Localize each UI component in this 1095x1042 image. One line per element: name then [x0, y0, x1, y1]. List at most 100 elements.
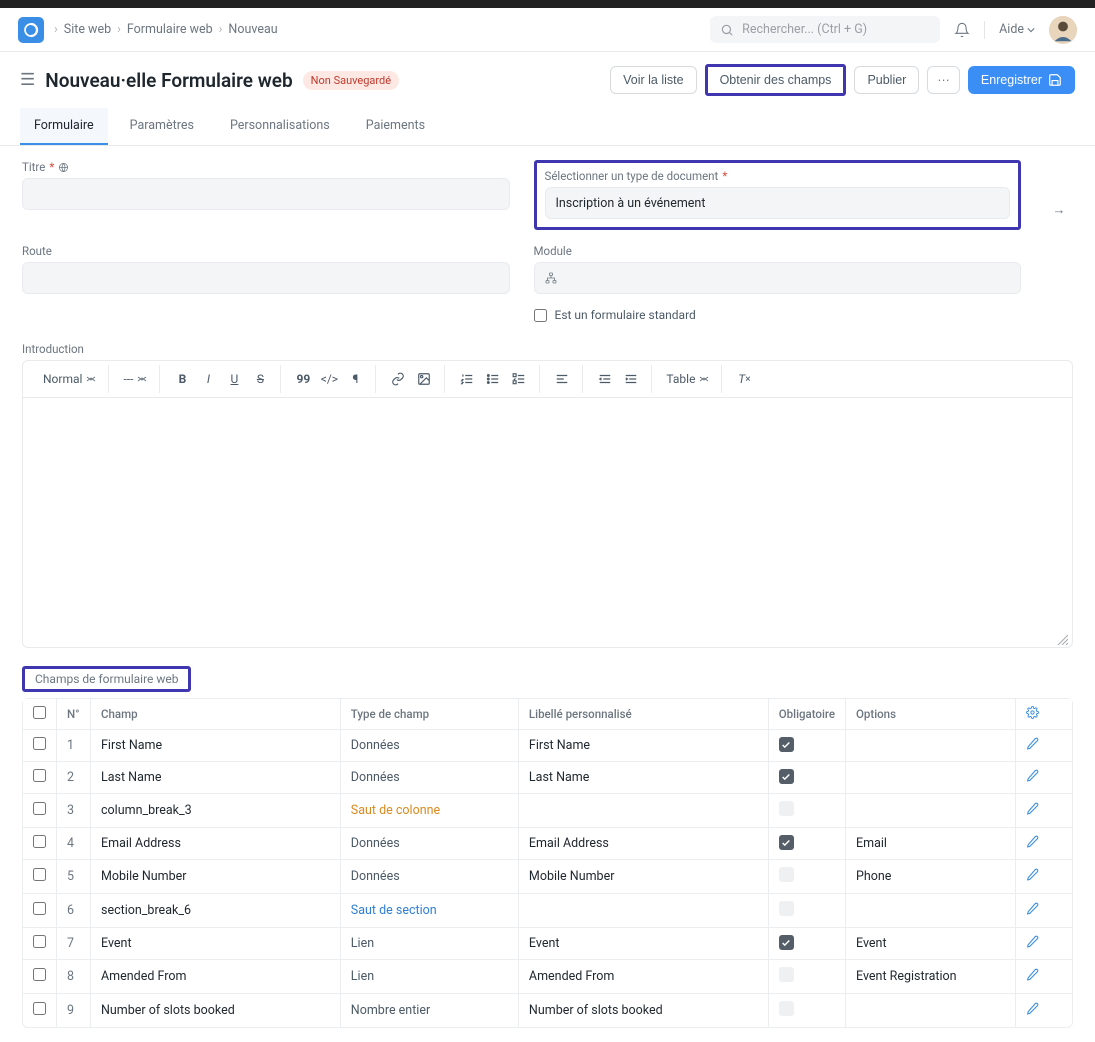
edit-icon[interactable] — [1026, 902, 1039, 915]
row-custom-label — [519, 894, 769, 928]
mandatory-checkbox[interactable] — [779, 867, 794, 882]
row-checkbox[interactable] — [33, 902, 46, 915]
tab-payments[interactable]: Paiements — [352, 108, 439, 145]
image-icon[interactable] — [412, 367, 436, 391]
mandatory-checkbox[interactable] — [779, 967, 794, 982]
bold-icon[interactable]: B — [170, 367, 194, 391]
row-type: Données — [341, 762, 519, 794]
mandatory-checkbox[interactable] — [779, 1001, 794, 1016]
editor-area[interactable] — [22, 398, 1073, 648]
row-options — [846, 894, 1016, 928]
table-row[interactable]: 4Email AddressDonnéesEmail AddressEmail — [23, 828, 1072, 860]
row-checkbox[interactable] — [33, 868, 46, 881]
menu-toggle-icon[interactable]: ☰ — [20, 70, 35, 90]
select-all-checkbox[interactable] — [33, 706, 46, 719]
table-row[interactable]: 6section_break_6Saut de section — [23, 894, 1072, 928]
get-fields-button[interactable]: Obtenir des champs — [708, 67, 844, 93]
table-select[interactable]: Table — [662, 369, 713, 389]
row-field: section_break_6 — [91, 894, 341, 928]
edit-icon[interactable] — [1026, 802, 1039, 815]
bullet-list-icon[interactable] — [481, 367, 505, 391]
row-checkbox[interactable] — [33, 968, 46, 981]
arrow-right-icon[interactable]: → — [1045, 194, 1073, 226]
title-input[interactable] — [22, 178, 510, 210]
intro-label: Introduction — [22, 342, 1073, 356]
page-title: Nouveau·elle Formulaire web — [45, 69, 292, 92]
edit-icon[interactable] — [1026, 835, 1039, 848]
italic-icon[interactable]: I — [196, 367, 220, 391]
clear-format-icon[interactable]: T× — [732, 367, 756, 391]
ordered-list-icon[interactable] — [455, 367, 479, 391]
row-checkbox[interactable] — [33, 802, 46, 815]
edit-icon[interactable] — [1026, 868, 1039, 881]
route-input[interactable] — [22, 262, 510, 294]
table-row[interactable]: 5Mobile NumberDonnéesMobile NumberPhone — [23, 860, 1072, 894]
standard-form-label: Est un formulaire standard — [555, 308, 696, 322]
align-icon[interactable] — [550, 367, 574, 391]
view-list-button[interactable]: Voir la liste — [610, 66, 696, 94]
module-input[interactable] — [534, 262, 1022, 294]
row-checkbox[interactable] — [33, 1002, 46, 1015]
table-row[interactable]: 3column_break_3Saut de colonne — [23, 794, 1072, 828]
direction-icon[interactable]: ¶ — [343, 367, 367, 391]
gear-icon[interactable] — [1026, 706, 1039, 719]
avatar[interactable] — [1049, 16, 1077, 44]
check-list-icon[interactable] — [507, 367, 531, 391]
row-type: Données — [341, 828, 519, 860]
row-checkbox[interactable] — [33, 737, 46, 750]
tab-form[interactable]: Formulaire — [20, 108, 108, 145]
indent-icon[interactable] — [619, 367, 643, 391]
row-field: Number of slots booked — [91, 994, 341, 1027]
underline-icon[interactable]: U — [222, 367, 246, 391]
table-row[interactable]: 1First NameDonnéesFirst Name — [23, 730, 1072, 762]
bell-icon[interactable] — [954, 22, 970, 38]
quote-icon[interactable]: 99 — [291, 367, 315, 391]
sitemap-icon — [545, 272, 557, 284]
row-checkbox[interactable] — [33, 935, 46, 948]
table-row[interactable]: 8Amended FromLienAmended FromEvent Regis… — [23, 960, 1072, 994]
resize-icon[interactable] — [1056, 633, 1068, 645]
row-field: Mobile Number — [91, 860, 341, 894]
edit-icon[interactable] — [1026, 935, 1039, 948]
col-no: N° — [57, 699, 91, 730]
edit-icon[interactable] — [1026, 968, 1039, 981]
row-checkbox[interactable] — [33, 769, 46, 782]
standard-form-checkbox[interactable] — [534, 309, 547, 322]
breadcrumb-item[interactable]: Site web — [64, 22, 111, 37]
row-checkbox[interactable] — [33, 835, 46, 848]
heading-select[interactable]: Normal — [39, 369, 100, 389]
publish-button[interactable]: Publier — [854, 66, 919, 94]
edit-icon[interactable] — [1026, 1002, 1039, 1015]
breadcrumb-item[interactable]: Nouveau — [228, 22, 277, 37]
mandatory-checkbox[interactable] — [779, 801, 794, 816]
app-logo[interactable] — [18, 17, 44, 43]
tab-settings[interactable]: Paramètres — [116, 108, 208, 145]
doctype-label: Sélectionner un type de document * — [545, 169, 1011, 183]
mandatory-checkbox[interactable] — [779, 901, 794, 916]
size-select[interactable]: --- — [119, 369, 151, 389]
mandatory-checkbox[interactable] — [779, 769, 794, 784]
row-options — [846, 794, 1016, 828]
save-button[interactable]: Enregistrer — [968, 66, 1075, 94]
col-field: Champ — [91, 699, 341, 730]
strike-icon[interactable]: S — [248, 367, 272, 391]
more-actions-button[interactable]: ··· — [927, 66, 960, 94]
outdent-icon[interactable] — [593, 367, 617, 391]
breadcrumb-item[interactable]: Formulaire web — [127, 22, 213, 37]
table-row[interactable]: 2Last NameDonnéesLast Name — [23, 762, 1072, 794]
table-row[interactable]: 9Number of slots bookedNombre entierNumb… — [23, 994, 1072, 1027]
doctype-input[interactable]: Inscription à un événement — [545, 187, 1011, 219]
table-row[interactable]: 7EventLienEventEvent — [23, 928, 1072, 960]
mandatory-checkbox[interactable] — [779, 835, 794, 850]
edit-icon[interactable] — [1026, 769, 1039, 782]
search-input[interactable]: Rechercher... (Ctrl + G) — [710, 16, 940, 43]
mandatory-checkbox[interactable] — [779, 935, 794, 950]
code-icon[interactable]: </> — [317, 367, 341, 391]
tab-customizations[interactable]: Personnalisations — [216, 108, 344, 145]
col-options: Options — [846, 699, 1016, 730]
edit-icon[interactable] — [1026, 737, 1039, 750]
help-menu[interactable]: Aide — [999, 22, 1035, 37]
link-icon[interactable] — [386, 367, 410, 391]
mandatory-checkbox[interactable] — [779, 737, 794, 752]
title-label: Titre* — [22, 160, 510, 174]
